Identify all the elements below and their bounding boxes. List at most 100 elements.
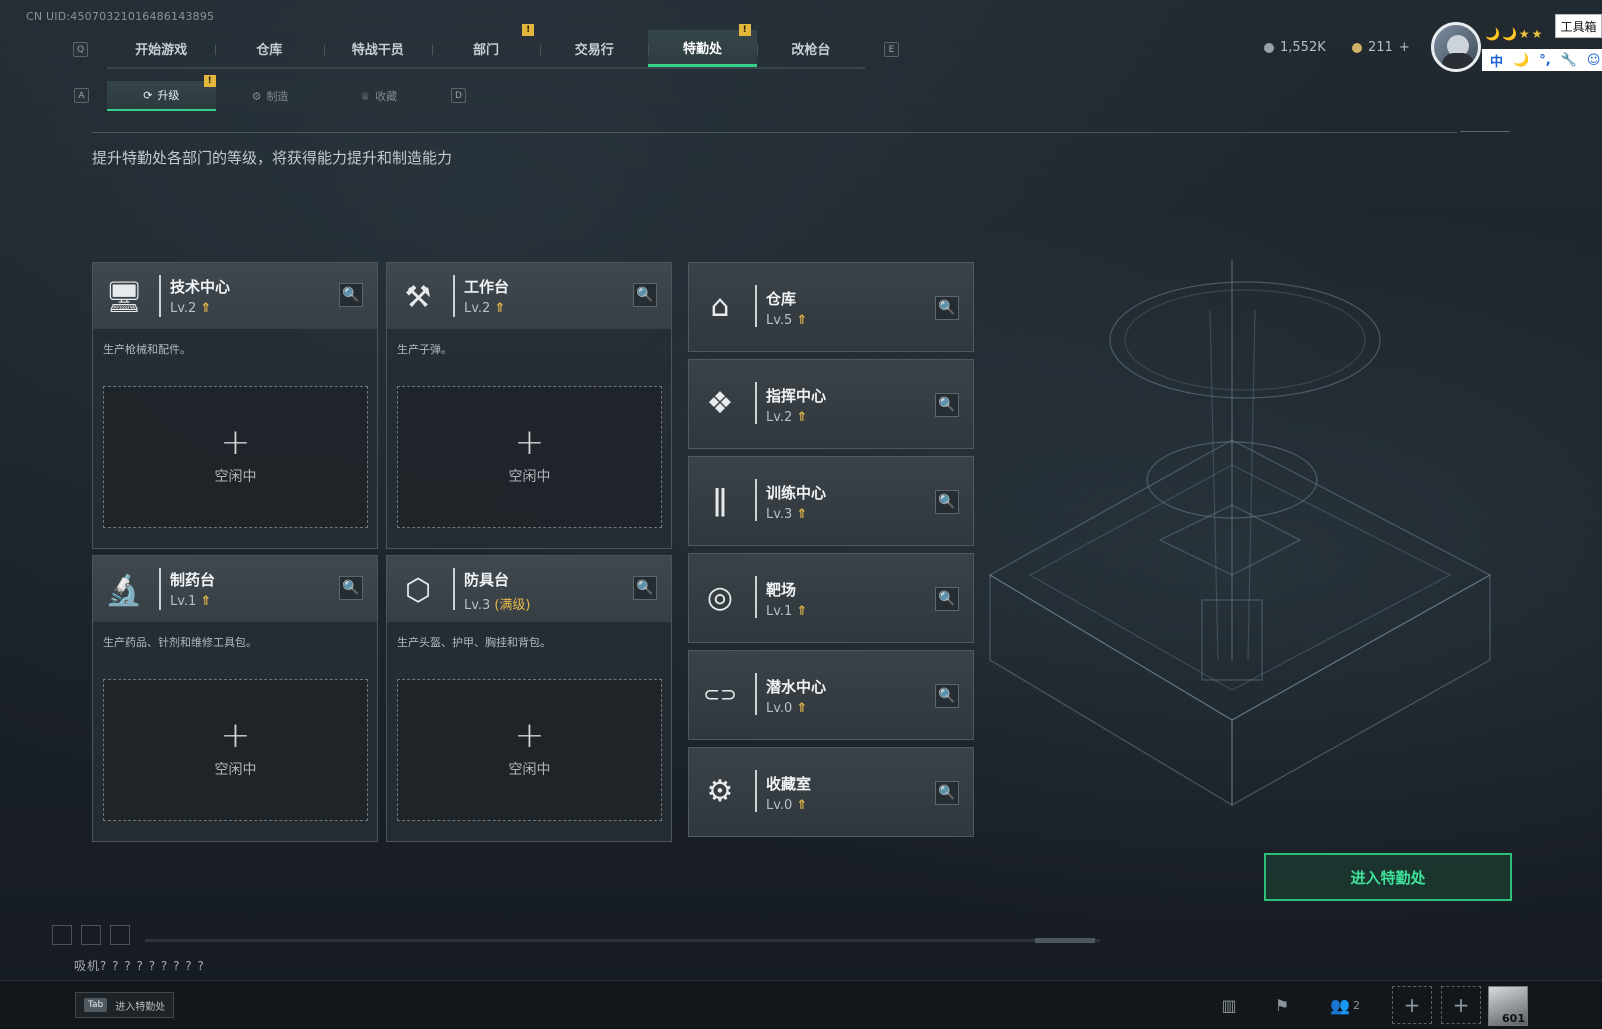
subtab-upgrade[interactable]: ⟳ 升级 ! <box>107 75 216 111</box>
dept-card-tech-center[interactable]: 🖥 技术中心 Lv.2 ⇑ 🔍 生产枪械和配件。 + 空闲中 <box>92 262 378 549</box>
dept-card-workbench[interactable]: ⚒ 工作台 Lv.2 ⇑ 🔍 生产子弹。 + 空闲中 <box>386 262 672 549</box>
gold-amount: 211 <box>1368 40 1393 55</box>
search-icon[interactable]: 🔍 <box>633 283 657 307</box>
dept-description: 生产枪械和配件。 <box>103 343 191 356</box>
prev-subtab-key[interactable]: A <box>74 88 89 103</box>
gold-currency: 211 + <box>1352 40 1410 55</box>
base-wireframe-illustration <box>988 260 1492 807</box>
search-icon[interactable]: 🔍 <box>935 393 959 417</box>
tab-department[interactable]: 部门! <box>431 24 540 67</box>
search-icon[interactable]: 🔍 <box>339 283 363 307</box>
craft-slot[interactable]: + 空闲中 <box>397 679 662 821</box>
armor-icon: ⬡ <box>404 572 432 608</box>
dept-name: 工作台 <box>464 278 510 296</box>
ime-toolbar: 中 🌙 °, 🔧 ☺ 👕 <box>1482 49 1602 71</box>
craft-slot[interactable]: + 空闲中 <box>103 386 368 528</box>
shooting-range-icon: ◎ <box>706 579 734 615</box>
tab-gunsmith[interactable]: 改枪台 <box>756 30 865 67</box>
dept-name: 技术中心 <box>170 278 231 296</box>
dept-level: Lv.3 (满级) <box>464 598 531 613</box>
add-member-slot[interactable]: + <box>1441 986 1481 1024</box>
tab-special-ops[interactable]: 特勤处! <box>648 24 757 67</box>
dept-level: Lv.2 ⇑ <box>464 301 506 316</box>
portrait-number: 601 <box>1502 1012 1525 1025</box>
search-icon[interactable]: 🔍 <box>935 684 959 708</box>
card-header: 🖥 技术中心 Lv.2 ⇑ 🔍 <box>93 263 377 329</box>
dept-level: Lv.0 ⇑ <box>766 701 808 716</box>
dept-name: 潜水中心 <box>766 678 827 696</box>
card-header: ⚒ 工作台 Lv.2 ⇑ 🔍 <box>387 263 671 329</box>
emoji-icon[interactable]: ☺ <box>1587 53 1601 68</box>
tab-label: 仓库 <box>256 43 283 58</box>
add-gold-button[interactable]: + <box>1399 40 1410 55</box>
search-icon[interactable]: 🔍 <box>935 490 959 514</box>
player-portrait[interactable]: 601 <box>1488 986 1528 1026</box>
dept-level: Lv.2 ⇑ <box>766 410 808 425</box>
page-description: 提升特勤处各部门的等级，将获得能力提升和制造能力 <box>92 149 453 167</box>
alert-badge: ! <box>203 75 216 87</box>
pharmacy-icon: 🔬 <box>105 572 143 608</box>
dept-description: 生产头盔、护甲、胸挂和背包。 <box>397 636 551 649</box>
tab-operators[interactable]: 特战干员 <box>323 30 432 67</box>
dept-card-pharmacy[interactable]: 🔬 制药台 Lv.1 ⇑ 🔍 生产药品、针剂和维修工具包。 + 空闲中 <box>92 555 378 842</box>
silver-coin-icon <box>1264 42 1274 53</box>
dept-card-shooting-range[interactable]: ◎ 靶场 Lv.1 ⇑ 🔍 <box>688 553 974 643</box>
subtab-craft[interactable]: ⚙ 制造 <box>216 81 325 111</box>
level-up-icon: ⇑ <box>796 313 808 328</box>
tab-shortcut[interactable]: Tab 进入特勤处 <box>75 992 175 1018</box>
alert-badge: ! <box>738 24 751 36</box>
punctuation-icon[interactable]: °, <box>1539 53 1550 68</box>
dept-card-collection-room[interactable]: ⚙ 收藏室 Lv.0 ⇑ 🔍 <box>688 747 974 837</box>
search-icon[interactable]: 🔍 <box>633 576 657 600</box>
diving-center-icon: ⊂⊃ <box>703 682 737 706</box>
add-member-slot[interactable]: + <box>1392 986 1432 1024</box>
toolbox-button[interactable]: 工具箱 <box>1555 14 1602 38</box>
tab-key: Tab <box>84 998 108 1012</box>
search-icon[interactable]: 🔍 <box>935 781 959 805</box>
tab-label: 改枪台 <box>791 43 831 58</box>
tab-label: 开始游戏 <box>135 43 188 58</box>
stats-icon[interactable]: ▥ <box>1215 993 1243 1017</box>
slot-status: 空闲中 <box>508 469 551 485</box>
upgrade-icon: ⟳ <box>143 88 153 102</box>
search-icon[interactable]: 🔍 <box>935 587 959 611</box>
silver-amount: 1,552K <box>1280 40 1326 55</box>
tab-label: 部门 <box>472 43 499 58</box>
tab-start-game[interactable]: 开始游戏 <box>107 30 215 67</box>
player-uid: CN UID:4507032101648614389​5 <box>26 10 215 23</box>
wrench-icon[interactable]: 🔧 <box>1561 53 1577 68</box>
search-icon[interactable]: 🔍 <box>339 576 363 600</box>
prev-tab-key[interactable]: Q <box>73 42 88 57</box>
ime-lang-toggle[interactable]: 中 <box>1490 51 1503 70</box>
level-up-icon: ⇑ <box>200 594 212 609</box>
scroll-thumb[interactable] <box>1035 938 1095 943</box>
next-subtab-key[interactable]: D <box>451 88 466 103</box>
next-tab-key[interactable]: E <box>884 42 899 57</box>
moon-icon[interactable]: 🌙 <box>1513 53 1529 68</box>
flag-icon[interactable]: ⚑ <box>1268 993 1296 1017</box>
dept-level: Lv.1 ⇑ <box>170 594 212 609</box>
player-avatar[interactable] <box>1431 22 1481 72</box>
tab-warehouse[interactable]: 仓库 <box>215 30 323 67</box>
dept-card-diving-center[interactable]: ⊂⊃ 潜水中心 Lv.0 ⇑ 🔍 <box>688 650 974 740</box>
search-icon[interactable]: 🔍 <box>935 296 959 320</box>
craft-slot[interactable]: + 空闲中 <box>103 679 368 821</box>
rank-stars: 🌙🌙★★ <box>1485 27 1545 41</box>
tab-trading[interactable]: 交易行 <box>540 30 648 67</box>
dept-card-armor[interactable]: ⬡ 防具台 Lv.3 (满级) 🔍 生产头盔、护甲、胸挂和背包。 + 空闲中 <box>386 555 672 842</box>
scroll-track[interactable] <box>145 939 1100 942</box>
dept-description: 生产药品、针剂和维修工具包。 <box>103 636 257 649</box>
dept-card-command-center[interactable]: ❖ 指挥中心 Lv.2 ⇑ 🔍 <box>688 359 974 449</box>
tab-shortcut-label: 进入特勤处 <box>115 1001 166 1013</box>
subtab-label: 制造 <box>266 90 289 103</box>
dept-level: Lv.2 ⇑ <box>170 301 212 316</box>
slot-status: 空闲中 <box>214 469 257 485</box>
enter-special-ops-button[interactable]: 进入特勤处 <box>1264 853 1512 901</box>
dept-card-warehouse[interactable]: ⌂ 仓库 Lv.5 ⇑ 🔍 <box>688 262 974 352</box>
team-icon[interactable]: 👥 2 <box>1325 993 1365 1017</box>
subtab-collection[interactable]: ♕ 收藏 <box>324 81 433 111</box>
main-tab-bar: 开始游戏 仓库 特战干员 部门! 交易行 特勤处! 改枪台 <box>107 24 865 69</box>
craft-slot[interactable]: + 空闲中 <box>397 386 662 528</box>
level-up-icon: ⇑ <box>796 701 808 716</box>
dept-card-training-center[interactable]: ǁ 训练中心 Lv.3 ⇑ 🔍 <box>688 456 974 546</box>
